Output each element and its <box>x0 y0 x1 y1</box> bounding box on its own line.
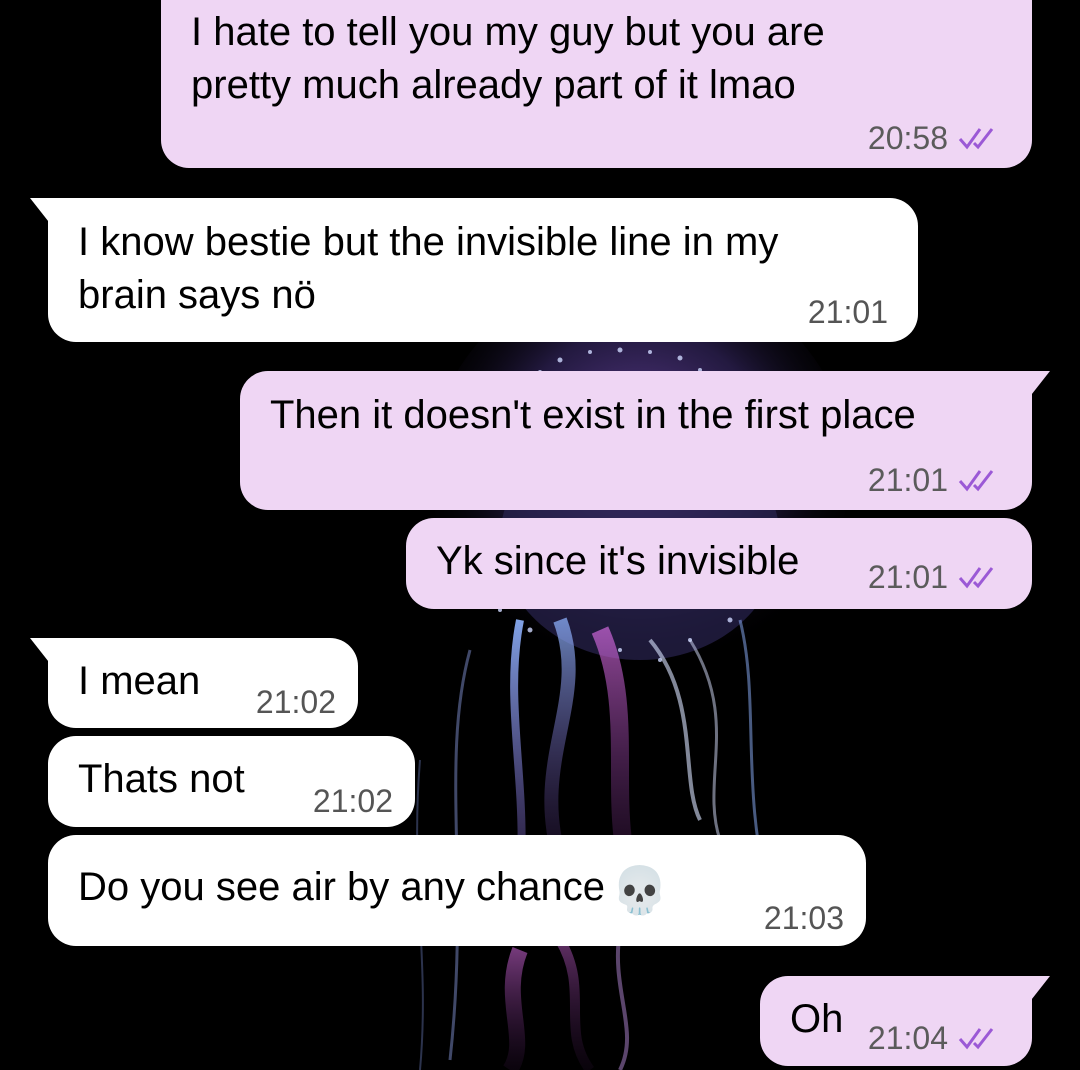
message-bubble-outgoing[interactable]: Then it doesn't exist in the first place… <box>240 371 1050 510</box>
message-bubble-incoming[interactable]: Do you see air by any chance 💀 21:03 <box>48 835 866 946</box>
message-time: 21:01 <box>867 559 948 595</box>
double-check-icon <box>958 128 994 150</box>
bubble-tail <box>30 638 52 666</box>
message-text: I hate to tell you my guy but you are <box>191 10 825 54</box>
chat-view[interactable]: I hate to tell you my guy but you are pr… <box>0 0 1080 1070</box>
message-time: 21:02 <box>312 783 393 819</box>
bubble-tail <box>30 198 52 226</box>
message-meta: 21:02 <box>256 682 336 722</box>
message-time: 21:04 <box>867 1020 948 1056</box>
message-meta: 21:04 <box>868 1018 1002 1058</box>
message-meta: 21:02 <box>313 781 393 821</box>
message-text: I know bestie but the invisible line in … <box>78 220 779 264</box>
message-text: pretty much already part of it lmao <box>191 63 796 107</box>
message-text: brain says nö <box>78 273 316 317</box>
message-bubble-incoming[interactable]: I know bestie but the invisible line in … <box>30 198 918 342</box>
message-text: Then it doesn't exist in the first place <box>270 393 916 437</box>
message-bubble-outgoing[interactable]: I hate to tell you my guy but you are pr… <box>161 0 1032 168</box>
message-time: 21:01 <box>807 294 888 330</box>
message-bubble-outgoing[interactable]: Yk since it's invisible 21:01 <box>406 518 1032 609</box>
message-text: Do you see air by any chance 💀 <box>78 861 836 914</box>
double-check-icon <box>958 567 994 589</box>
message-meta: 21:01 <box>868 557 1002 597</box>
message-time: 20:58 <box>867 120 948 156</box>
message-time: 21:02 <box>255 684 336 720</box>
message-time: 21:01 <box>867 462 948 498</box>
message-bubble-incoming[interactable]: I mean 21:02 <box>30 638 358 728</box>
double-check-icon <box>958 1028 994 1050</box>
message-meta: 20:58 <box>868 118 1002 158</box>
message-meta: 21:01 <box>808 292 888 332</box>
message-bubble-outgoing[interactable]: Oh 21:04 <box>760 976 1050 1066</box>
message-meta: 21:03 <box>764 898 844 938</box>
bubble-tail <box>1028 371 1050 399</box>
skull-emoji-icon: 💀 <box>610 864 669 916</box>
message-text-content: Do you see air by any chance <box>78 865 605 909</box>
bubble-tail <box>1028 976 1050 1004</box>
message-time: 21:03 <box>763 900 844 936</box>
message-meta: 21:01 <box>868 460 1002 500</box>
double-check-icon <box>958 470 994 492</box>
message-bubble-incoming[interactable]: Thats not 21:02 <box>48 736 415 827</box>
